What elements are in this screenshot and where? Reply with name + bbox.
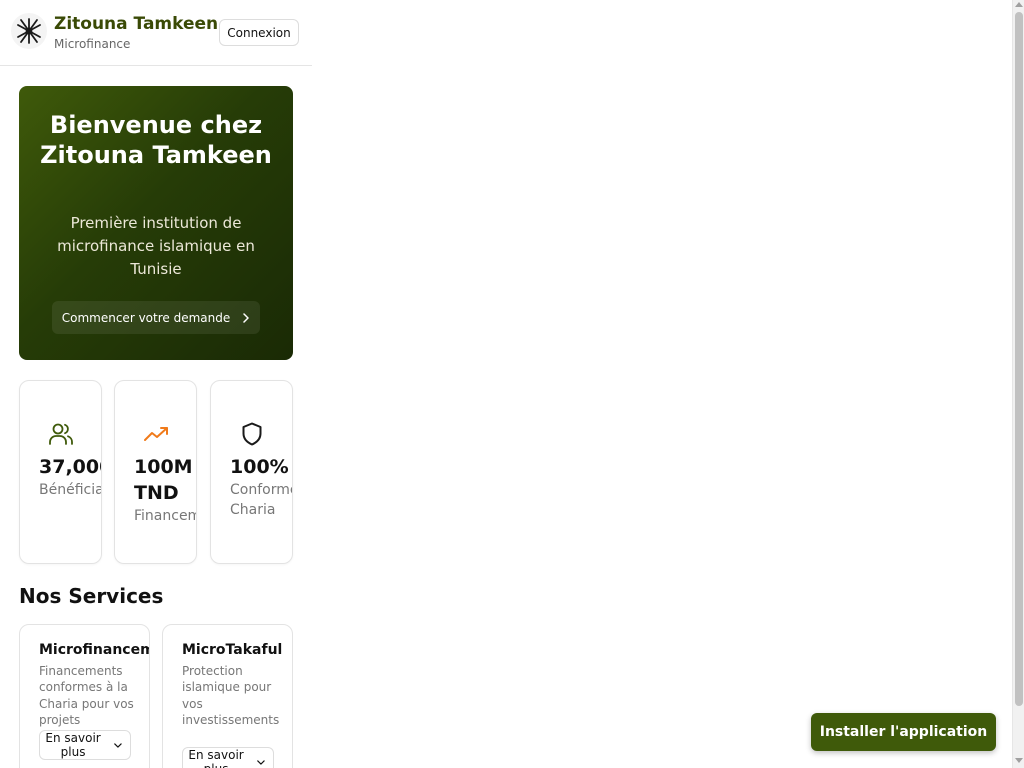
mobile-app-column: Zitouna Tamkeen Microfinance Connexion B…	[0, 0, 312, 768]
chevron-down-icon	[257, 759, 265, 765]
start-request-button[interactable]: Commencer votre demande	[52, 301, 260, 334]
brand-title: Zitouna Tamkeen	[54, 14, 219, 34]
chevron-down-icon	[114, 742, 122, 748]
stat-label: Conforme Charia	[230, 482, 293, 518]
users-icon	[49, 423, 73, 445]
service-card-microtakaful: MicroTakaful Protection islamique pour v…	[162, 624, 293, 768]
shield-icon	[242, 422, 262, 446]
service-title: Microfinancement	[39, 642, 149, 658]
hero-banner: Bienvenue chez Zitouna Tamkeen Première …	[19, 86, 293, 360]
stat-value: 100M TND	[134, 456, 193, 504]
scroll-down-arrow-icon[interactable]	[1015, 758, 1023, 763]
login-button[interactable]: Connexion	[219, 19, 299, 46]
hero-subtitle: Première institution de microfinance isl…	[57, 214, 255, 278]
scroll-thumb[interactable]	[1015, 12, 1023, 706]
service-card-microfinance: Microfinancement Financements conformes …	[19, 624, 150, 768]
scroll-up-arrow-icon[interactable]	[1015, 2, 1023, 7]
brand-subtitle: Microfinance	[54, 37, 131, 51]
trending-up-icon	[144, 427, 168, 441]
stat-card-sharia: 100% Conforme Charia	[210, 380, 293, 564]
vertical-scrollbar[interactable]	[1012, 0, 1024, 768]
stat-card-beneficiaries: 37,000+ Bénéficiaires	[19, 380, 102, 564]
service-description: Protection islamique pour vos investisse…	[182, 664, 280, 727]
learn-more-dropdown[interactable]: En savoir plus	[182, 747, 274, 768]
stat-label: Financements	[134, 508, 196, 524]
stat-label: Bénéficiaires	[39, 482, 102, 498]
chevron-right-icon	[243, 312, 249, 323]
logo[interactable]	[11, 13, 47, 49]
services-heading: Nos Services	[19, 584, 164, 608]
olive-tree-icon	[17, 18, 41, 44]
service-description: Financements conformes à la Charia pour …	[39, 664, 134, 727]
start-request-label: Commencer votre demande	[61, 310, 231, 325]
app-viewport: Zitouna Tamkeen Microfinance Connexion B…	[0, 0, 1024, 768]
install-app-button[interactable]: Installer l'application	[811, 713, 996, 751]
stat-card-financing: 100M TND Financements	[114, 380, 197, 564]
service-title: MicroTakaful	[182, 642, 283, 658]
learn-more-dropdown[interactable]: En savoir plus	[39, 730, 131, 760]
learn-more-label: En savoir plus	[45, 731, 101, 759]
learn-more-label: En savoir plus	[188, 748, 244, 768]
hero-title: Bienvenue chez Zitouna Tamkeen	[40, 111, 272, 169]
app-header: Zitouna Tamkeen Microfinance Connexion	[0, 0, 312, 66]
stat-value: 100%	[230, 456, 289, 478]
stat-value: 37,000+	[39, 456, 101, 478]
